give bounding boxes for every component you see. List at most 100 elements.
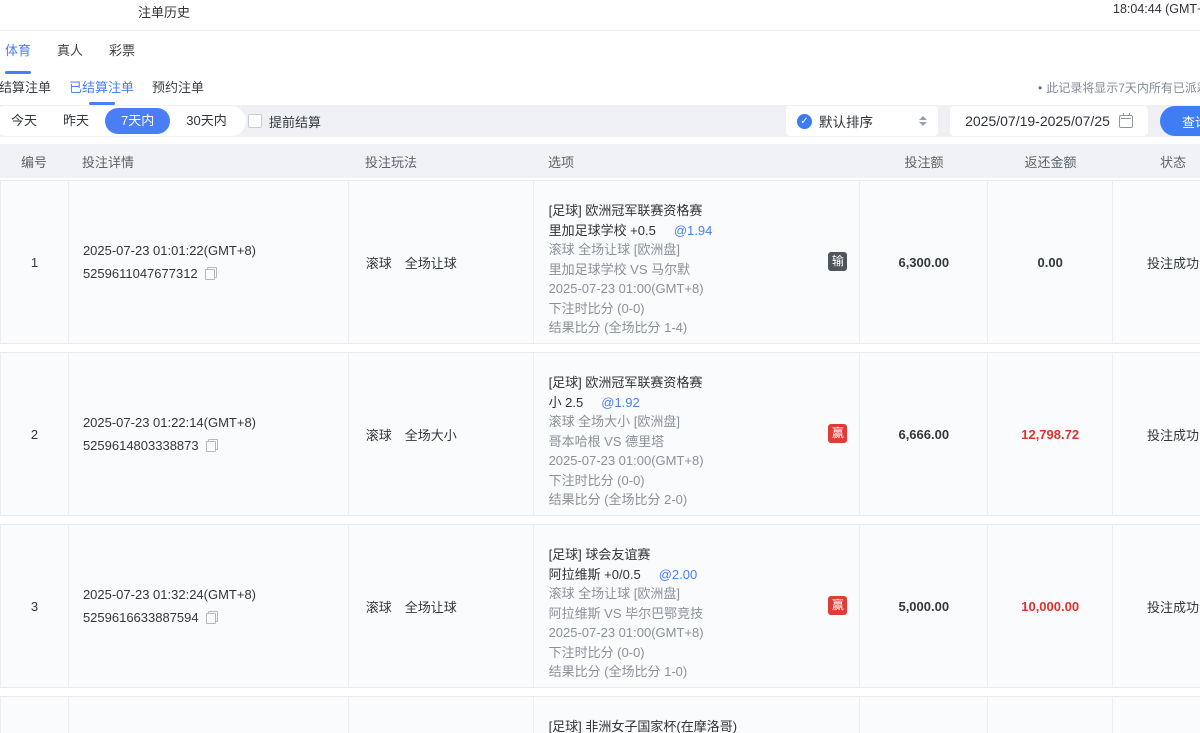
notice-text: 此记录将显示7天内所有已派彩的 [1046, 81, 1200, 95]
tab-live[interactable]: 真人 [57, 40, 83, 65]
market-info: 滚球 全场大小 [欧洲盘] [549, 412, 820, 432]
sort-dropdown[interactable]: ✓ 默认排序 [786, 106, 938, 136]
return-amount: 12,798.72 [988, 353, 1113, 515]
query-button[interactable]: 查询 [1160, 106, 1200, 136]
league-name: [足球] 非洲女子国家杯(在摩洛哥) [549, 717, 820, 733]
odds-value: @2.00 [659, 567, 698, 582]
subtab-label: 已结算注单 [69, 80, 134, 95]
sort-arrows-icon [919, 116, 927, 126]
return-amount: 10,000.00 [988, 525, 1113, 687]
option-cell: [足球] 非洲女子国家杯(在摩洛哥) [534, 697, 861, 733]
filter-bar: 今天 昨天 7天内 30天内 提前结算 ✓ 默认排序 2025/07/19-20… [0, 105, 1200, 137]
bet-amount [860, 697, 988, 733]
play-mode: 滚球 [366, 253, 392, 272]
bet-detail-cell: 2025-07-23 01:22:14(GMT+8) 5259614803338… [69, 353, 349, 515]
col-header-num: 编号 [0, 152, 68, 171]
order-id: 5259614803338873 [83, 434, 199, 457]
play-type-cell [349, 697, 534, 733]
match-time: 2025-07-23 01:00(GMT+8) [549, 623, 820, 643]
col-header-status: 状态 [1113, 152, 1200, 171]
filter-yesterday-button[interactable]: 昨天 [50, 108, 102, 134]
subtab-label: 预约注单 [152, 80, 204, 95]
win-badge: 赢 [828, 424, 847, 443]
status-text: 投注成功 [1113, 353, 1200, 515]
tab-label: 真人 [57, 43, 83, 58]
bet-time: 2025-07-23 01:01:22(GMT+8) [83, 239, 348, 262]
table-header: 编号 投注详情 投注玩法 选项 投注额 返还金额 状态 [0, 144, 1200, 178]
play-mode: 滚球 [366, 597, 392, 616]
lose-badge: 输 [828, 252, 847, 271]
col-header-detail: 投注详情 [68, 152, 348, 171]
early-settle-checkbox[interactable] [248, 114, 262, 128]
match-teams: 里加足球学校 VS 马尔默 [549, 260, 820, 280]
status-text: 投注成功 [1113, 181, 1200, 343]
tab-label: 体育 [5, 43, 31, 58]
subtab-settled[interactable]: 已结算注单 [69, 77, 134, 96]
filter-today-button[interactable]: 今天 [0, 108, 50, 134]
col-header-amount: 投注额 [860, 152, 988, 171]
option-cell: [足球] 欧洲冠军联赛资格赛 小 2.5@1.92 滚球 全场大小 [欧洲盘] … [534, 353, 861, 515]
market-info: 滚球 全场让球 [欧洲盘] [549, 584, 820, 604]
play-type-cell: 滚球 全场大小 [349, 353, 534, 515]
page-title: 注单历史 [138, 2, 190, 21]
match-teams: 阿拉维斯 VS 毕尔巴鄂竞技 [549, 604, 820, 624]
title-bar: 注单历史 18:04:44 (GMT+8 [0, 0, 1200, 31]
row-number: 1 [1, 181, 69, 343]
odds-value: @1.92 [601, 395, 640, 410]
record-notice: • 此记录将显示7天内所有已派彩的 [1038, 79, 1200, 96]
result-score: 结果比分 (全场比分 2-0) [549, 490, 820, 510]
filter-7days-button[interactable]: 7天内 [105, 108, 170, 134]
table-row: 2 2025-07-23 01:22:14(GMT+8) 52596148033… [0, 352, 1200, 516]
bet-detail-cell: 2025-07-23 01:01:22(GMT+8) 5259611047677… [69, 181, 349, 343]
row-number: 3 [1, 525, 69, 687]
date-quick-filter-group: 今天 昨天 7天内 30天内 [0, 106, 246, 136]
subtab-reserved[interactable]: 预约注单 [152, 77, 204, 96]
match-teams: 哥本哈根 VS 德里塔 [549, 432, 820, 452]
settlement-subtabs: 未结算注单 已结算注单 预约注单 [0, 77, 204, 96]
return-amount [988, 697, 1113, 733]
odds-value: @1.94 [674, 223, 713, 238]
order-id: 5259616633887594 [83, 606, 199, 629]
bet-score: 下注时比分 (0-0) [549, 643, 820, 663]
play-type-cell: 滚球 全场让球 [349, 181, 534, 343]
subtab-label: 未结算注单 [0, 80, 51, 95]
match-time: 2025-07-23 01:00(GMT+8) [549, 279, 820, 299]
bet-amount: 5,000.00 [860, 525, 988, 687]
date-range-picker[interactable]: 2025/07/19-2025/07/25 [950, 106, 1148, 136]
early-settle-option[interactable]: 提前结算 [248, 105, 321, 137]
row-number [1, 697, 69, 733]
selection: 阿拉维斯 +0/0.5 [549, 567, 641, 582]
bet-amount: 6,300.00 [860, 181, 988, 343]
bet-amount: 6,666.00 [860, 353, 988, 515]
win-badge: 赢 [828, 596, 847, 615]
result-score: 结果比分 (全场比分 1-4) [549, 318, 820, 338]
copy-icon[interactable] [206, 439, 218, 452]
check-circle-icon: ✓ [797, 114, 812, 129]
option-cell: [足球] 球会友谊赛 阿拉维斯 +0/0.5@2.00 滚球 全场让球 [欧洲盘… [534, 525, 861, 687]
result-score: 结果比分 (全场比分 1-0) [549, 662, 820, 682]
play-market: 全场让球 [405, 253, 457, 272]
category-tabs: 体育 真人 彩票 [5, 40, 135, 65]
filter-30days-button[interactable]: 30天内 [173, 108, 239, 134]
return-amount: 0.00 [988, 181, 1113, 343]
server-time: 18:04:44 (GMT+8 [1113, 2, 1200, 16]
status-text [1113, 697, 1200, 733]
subtab-unsettled[interactable]: 未结算注单 [0, 77, 51, 96]
play-type-cell: 滚球 全场让球 [349, 525, 534, 687]
tab-lottery[interactable]: 彩票 [109, 40, 135, 65]
notice-bullet: • [1038, 81, 1042, 95]
tab-label: 彩票 [109, 43, 135, 58]
copy-icon[interactable] [206, 611, 218, 624]
bet-rows: 1 2025-07-23 01:01:22(GMT+8) 52596110476… [0, 180, 1200, 733]
active-tab-underline [5, 71, 31, 74]
play-market: 全场大小 [405, 425, 457, 444]
copy-icon[interactable] [205, 267, 217, 280]
tab-sports[interactable]: 体育 [5, 40, 31, 65]
table-row: [足球] 非洲女子国家杯(在摩洛哥) [0, 696, 1200, 733]
selection: 小 2.5 [549, 395, 584, 410]
early-settle-label: 提前结算 [269, 112, 321, 131]
play-market: 全场让球 [405, 597, 457, 616]
date-range-value: 2025/07/19-2025/07/25 [965, 113, 1110, 129]
bet-time: 2025-07-23 01:32:24(GMT+8) [83, 583, 348, 606]
bet-score: 下注时比分 (0-0) [549, 471, 820, 491]
